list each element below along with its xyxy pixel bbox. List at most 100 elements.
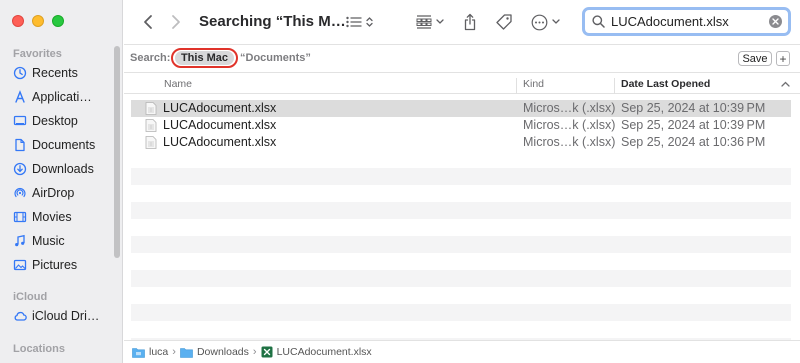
folder-icon bbox=[132, 347, 145, 358]
minimize-button[interactable] bbox=[32, 15, 44, 27]
share-button[interactable] bbox=[460, 11, 480, 33]
tags-button[interactable] bbox=[494, 12, 514, 32]
clear-search-button[interactable] bbox=[769, 15, 782, 28]
column-divider[interactable] bbox=[516, 78, 517, 94]
sidebar-item-label: iCloud Dri… bbox=[32, 309, 100, 323]
sidebar-item-airdrop[interactable]: AirDrop bbox=[8, 182, 114, 204]
empty-row bbox=[131, 270, 791, 287]
sidebar-heading-icloud: iCloud bbox=[13, 291, 48, 303]
sidebar-item-desktop[interactable]: Desktop bbox=[8, 110, 114, 132]
column-header-date-last-opened[interactable]: Date Last Opened bbox=[621, 78, 710, 90]
sidebar-item-pictures[interactable]: Pictures bbox=[8, 254, 114, 276]
tag-icon bbox=[496, 14, 512, 30]
empty-row bbox=[131, 304, 791, 321]
grid-icon bbox=[416, 15, 432, 29]
file-date-last-opened: Sep 25, 2024 at 10:39 PM bbox=[621, 118, 766, 132]
scope-this-mac-label: This Mac bbox=[174, 51, 235, 65]
file-kind: Micros…k (.xlsx) bbox=[523, 101, 616, 115]
cloud-icon bbox=[14, 311, 27, 321]
clock-icon bbox=[13, 66, 27, 80]
file-list: LUCAdocument.xlsx Micros…k (.xlsx) Sep 2… bbox=[131, 100, 791, 355]
sort-chevron-up-icon bbox=[781, 81, 790, 87]
action-button[interactable] bbox=[528, 12, 562, 32]
sidebar-heading-favorites: Favorites bbox=[13, 48, 62, 60]
column-header-name[interactable]: Name bbox=[164, 78, 192, 90]
desktop-icon bbox=[13, 115, 27, 126]
sidebar-item-label: Documents bbox=[32, 138, 96, 152]
window-title: Searching “This M… bbox=[199, 13, 346, 30]
save-search-button[interactable]: Save bbox=[738, 51, 772, 66]
excel-file-icon bbox=[261, 346, 273, 358]
applications-icon bbox=[15, 90, 25, 103]
file-row[interactable]: LUCAdocument.xlsx Micros…k (.xlsx) Sep 2… bbox=[131, 117, 791, 134]
chevron-down-icon bbox=[436, 19, 444, 24]
empty-row bbox=[131, 321, 791, 338]
path-segment-downloads[interactable]: Downloads bbox=[197, 346, 249, 358]
back-button[interactable] bbox=[138, 12, 158, 32]
file-name: LUCAdocument.xlsx bbox=[163, 118, 277, 132]
airdrop-icon bbox=[14, 187, 26, 198]
column-divider[interactable] bbox=[614, 78, 615, 94]
scope-this-mac-button[interactable]: This Mac bbox=[171, 48, 238, 68]
chevron-right-icon bbox=[172, 15, 180, 29]
sidebar-item-documents[interactable]: Documents bbox=[8, 134, 114, 156]
music-icon bbox=[15, 234, 25, 247]
empty-row bbox=[131, 168, 791, 185]
empty-row bbox=[131, 253, 791, 270]
spreadsheet-file-icon bbox=[145, 119, 157, 132]
sidebar-item-label: AirDrop bbox=[32, 186, 75, 200]
empty-row bbox=[131, 202, 791, 219]
sidebar-item-applications[interactable]: Applicati… bbox=[8, 86, 114, 108]
folder-icon bbox=[180, 347, 193, 358]
list-view-button[interactable] bbox=[342, 12, 376, 32]
search-scope-bar: Search: This Mac “Documents” Save + bbox=[124, 45, 800, 71]
search-field[interactable] bbox=[582, 7, 791, 36]
path-segment-home[interactable]: luca bbox=[149, 346, 168, 358]
forward-button[interactable] bbox=[166, 12, 186, 32]
file-row[interactable]: LUCAdocument.xlsx Micros…k (.xlsx) Sep 2… bbox=[131, 100, 791, 117]
column-header-kind[interactable]: Kind bbox=[523, 78, 544, 90]
sidebar-item-movies[interactable]: Movies bbox=[8, 206, 114, 228]
pictures-icon bbox=[13, 259, 27, 271]
search-input[interactable] bbox=[611, 14, 761, 29]
share-icon bbox=[464, 13, 476, 31]
sidebar-scrollbar[interactable] bbox=[114, 46, 120, 258]
sidebar-item-music[interactable]: Music bbox=[8, 230, 114, 252]
sidebar-item-label: Desktop bbox=[32, 114, 78, 128]
file-name: LUCAdocument.xlsx bbox=[163, 101, 277, 115]
path-bar: luca › Downloads › LUCAdocument.xlsx bbox=[124, 340, 800, 363]
zoom-button[interactable] bbox=[52, 15, 64, 27]
sidebar: Favorites Recents Applicati… Desktop Doc… bbox=[0, 0, 123, 363]
close-icon bbox=[772, 18, 779, 25]
chevron-updown-icon bbox=[365, 17, 373, 27]
scope-documents-button[interactable]: “Documents” bbox=[240, 52, 311, 64]
path-segment-file[interactable]: LUCAdocument.xlsx bbox=[277, 346, 372, 358]
list-view-icon bbox=[345, 16, 361, 28]
empty-row bbox=[131, 185, 791, 202]
group-button[interactable] bbox=[414, 12, 446, 32]
chevron-right-icon: › bbox=[172, 346, 176, 358]
sidebar-item-label: Movies bbox=[32, 210, 72, 224]
chevron-left-icon bbox=[144, 15, 152, 29]
sidebar-item-label: Downloads bbox=[32, 162, 94, 176]
window-controls bbox=[12, 15, 64, 27]
sidebar-item-downloads[interactable]: Downloads bbox=[8, 158, 114, 180]
add-criteria-button[interactable]: + bbox=[776, 51, 790, 66]
sidebar-item-icloud-drive[interactable]: iCloud Dri… bbox=[8, 305, 114, 327]
close-button[interactable] bbox=[12, 15, 24, 27]
sidebar-item-recents[interactable]: Recents bbox=[8, 62, 114, 84]
chevron-right-icon: › bbox=[252, 346, 257, 358]
empty-row bbox=[131, 151, 791, 168]
downloads-icon bbox=[13, 162, 27, 176]
sidebar-item-label: Recents bbox=[32, 66, 78, 80]
chevron-down-icon bbox=[551, 19, 560, 24]
file-name: LUCAdocument.xlsx bbox=[163, 135, 277, 149]
file-kind: Micros…k (.xlsx) bbox=[523, 135, 616, 149]
file-date-last-opened: Sep 25, 2024 at 10:39 PM bbox=[621, 101, 766, 115]
empty-row bbox=[131, 219, 791, 236]
empty-row bbox=[131, 236, 791, 253]
sidebar-heading-locations: Locations bbox=[13, 343, 65, 355]
file-row[interactable]: LUCAdocument.xlsx Micros…k (.xlsx) Sep 2… bbox=[131, 134, 791, 151]
spreadsheet-file-icon bbox=[145, 102, 157, 115]
document-icon bbox=[15, 138, 25, 152]
